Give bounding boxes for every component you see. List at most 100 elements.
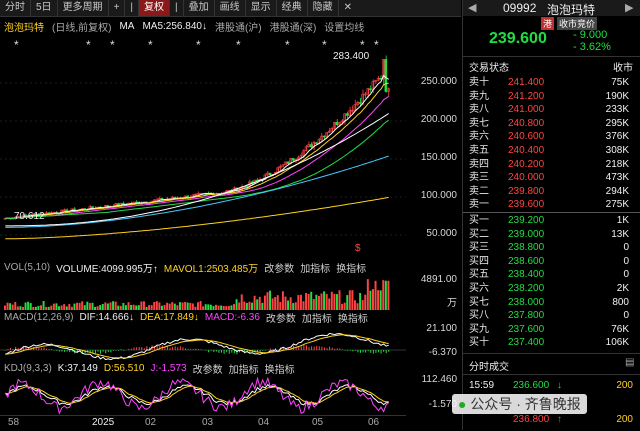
- display-button[interactable]: 显示: [246, 0, 277, 16]
- ask-row[interactable]: 卖二239.800294K: [463, 185, 640, 198]
- macd-bar: [370, 350, 371, 353]
- bid-row[interactable]: 买十237.400106K: [463, 336, 640, 349]
- ask-row[interactable]: 卖八241.000233K: [463, 103, 640, 116]
- zoom-in-button[interactable]: +: [109, 0, 126, 16]
- tick-time: 15:59: [469, 380, 494, 391]
- kdj-title[interactable]: KDJ(9,3,3): [4, 363, 52, 374]
- macd-bar: [236, 350, 237, 354]
- candle-body: [122, 203, 124, 204]
- macd-bar: [139, 347, 140, 350]
- level-label: 卖二: [469, 185, 489, 198]
- level-price: 241.200: [508, 90, 544, 103]
- macd-bar: [13, 349, 14, 350]
- adjust-button[interactable]: 复权: [139, 0, 170, 16]
- kdj-chart[interactable]: [0, 375, 406, 415]
- classic-button[interactable]: 经典: [277, 0, 308, 16]
- level-price: 239.000: [508, 228, 544, 241]
- low-price-label: 70.612: [14, 211, 45, 222]
- close-icon[interactable]: ✕: [339, 0, 357, 16]
- volume-chart[interactable]: [0, 274, 406, 310]
- bid-row[interactable]: 买六238.2002K: [463, 282, 640, 295]
- tick-volume: 200: [616, 380, 633, 391]
- volume-bar: [251, 303, 253, 310]
- more-periods-button[interactable]: 更多周期: [58, 0, 109, 16]
- macd-bar: [309, 347, 310, 350]
- ask-row[interactable]: 卖九241.200190K: [463, 90, 640, 103]
- volume-bar: [158, 302, 160, 310]
- macd-bar: [360, 350, 361, 353]
- modify-params-button[interactable]: 改参数: [266, 310, 296, 325]
- bid-row[interactable]: 买九237.60076K: [463, 323, 640, 336]
- tab-intraday[interactable]: 分时: [0, 0, 31, 16]
- level-price: 237.400: [508, 336, 544, 349]
- ma-label: MA: [119, 21, 134, 32]
- overlay-button[interactable]: 叠加: [184, 0, 215, 16]
- macd-bar: [144, 348, 145, 350]
- index-hk-connect-sz[interactable]: 港股通(深): [270, 19, 317, 34]
- volume-bar: [236, 299, 238, 310]
- macd-bar: [36, 348, 37, 350]
- ask-row[interactable]: 卖三240.000473K: [463, 171, 640, 184]
- add-indicator-button[interactable]: 加指标: [229, 361, 259, 376]
- macd-bar: [262, 350, 263, 351]
- bid-row[interactable]: 买五238.4000: [463, 268, 640, 281]
- macd-chart[interactable]: [0, 324, 406, 360]
- bid-row[interactable]: 买八237.8000: [463, 309, 640, 322]
- macd-bar: [352, 350, 353, 351]
- swap-indicator-button[interactable]: 换指标: [338, 310, 368, 325]
- macd-bar: [97, 350, 98, 352]
- volume-bar: [274, 297, 276, 310]
- draw-line-button[interactable]: 画线: [215, 0, 246, 16]
- level-volume: 76K: [611, 323, 629, 336]
- hide-button[interactable]: 隐藏: [308, 0, 339, 16]
- ticks-title[interactable]: 分时成交: [469, 358, 509, 373]
- ma120-line: [5, 156, 388, 227]
- time-tick: 02: [145, 417, 156, 428]
- tab-5day[interactable]: 5日: [31, 0, 58, 16]
- bid-row[interactable]: 买四238.6000: [463, 255, 640, 268]
- swap-indicator-button[interactable]: 换指标: [265, 361, 295, 376]
- volume-bar: [86, 302, 88, 310]
- modify-params-button[interactable]: 改参数: [264, 260, 294, 275]
- ask-row[interactable]: 卖六240.600376K: [463, 130, 640, 143]
- bid-row[interactable]: 买三238.8000: [463, 241, 640, 254]
- ask-row[interactable]: 卖十241.40075K: [463, 76, 640, 89]
- candlestick-chart[interactable]: [0, 36, 406, 260]
- macd-bar: [118, 350, 119, 351]
- period-label[interactable]: (日线,前复权): [52, 19, 111, 34]
- bid-row[interactable]: 买二239.00013K: [463, 228, 640, 241]
- volume-bar: [380, 290, 382, 310]
- level-volume: 800: [612, 296, 629, 309]
- volume-bar: [290, 297, 292, 310]
- nav-right-icon[interactable]: ▶: [625, 1, 633, 14]
- nav-left-icon[interactable]: ◀: [468, 1, 476, 14]
- level-label: 卖五: [469, 144, 489, 157]
- ask-row[interactable]: 卖五240.400308K: [463, 144, 640, 157]
- add-indicator-button[interactable]: 加指标: [302, 310, 332, 325]
- add-indicator-button[interactable]: 加指标: [300, 260, 330, 275]
- volume-unit: 万: [447, 294, 457, 309]
- level-price: 239.600: [508, 198, 544, 211]
- volume-bar: [375, 281, 377, 310]
- dea-line: [5, 335, 388, 358]
- macd-bar: [378, 350, 379, 352]
- expand-icon[interactable]: ▤: [625, 357, 634, 368]
- swap-indicator-button[interactable]: 换指标: [336, 260, 366, 275]
- macd-title[interactable]: MACD(12,26,9): [4, 312, 73, 323]
- index-hk-connect-sh[interactable]: 港股通(沪): [215, 19, 262, 34]
- volume-bar: [313, 299, 315, 310]
- ma-settings-button[interactable]: 设置均线: [324, 19, 364, 34]
- ask-row[interactable]: 卖一239.600275K: [463, 198, 640, 211]
- level-volume: 294K: [606, 185, 629, 198]
- event-marker[interactable]: $: [355, 243, 361, 254]
- volume-bar: [27, 302, 29, 310]
- ask-row[interactable]: 卖七240.800295K: [463, 117, 640, 130]
- vol-title[interactable]: VOL(5,10): [4, 262, 50, 273]
- price-axis: 250.000 200.000 150.000 100.000 50.000: [407, 36, 461, 260]
- volume-bar: [315, 295, 317, 310]
- ask-row[interactable]: 卖四240.200218K: [463, 158, 640, 171]
- modify-params-button[interactable]: 改参数: [193, 361, 223, 376]
- macd-bar: [334, 349, 335, 350]
- bid-row[interactable]: 买一239.2001K: [463, 214, 640, 227]
- bid-row[interactable]: 买七238.000800: [463, 296, 640, 309]
